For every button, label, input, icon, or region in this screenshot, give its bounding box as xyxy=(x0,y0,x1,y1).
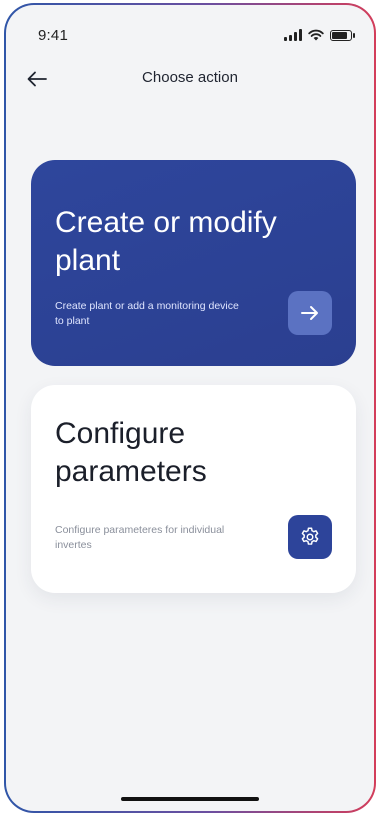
status-icons xyxy=(284,29,355,41)
signal-icon xyxy=(284,29,302,41)
card-description: Create plant or add a monitoring device … xyxy=(55,300,239,328)
battery-icon xyxy=(330,29,355,41)
device-frame: 9:41 Choose action Create or modify plan xyxy=(4,3,376,813)
wifi-icon xyxy=(308,29,324,41)
card-description: Configure parameteres for individual inv… xyxy=(55,524,225,552)
create-plant-card[interactable]: Create or modify plant Create plant or a… xyxy=(31,160,356,366)
arrow-right-icon xyxy=(301,306,318,320)
configure-parameters-card[interactable]: Configure parameters Configure parameter… xyxy=(31,385,356,593)
gear-icon xyxy=(301,527,319,545)
configure-parameters-button[interactable] xyxy=(288,515,332,559)
home-indicator[interactable] xyxy=(121,797,259,801)
status-time: 9:41 xyxy=(38,27,68,44)
app-screen: 9:41 Choose action Create or modify plan xyxy=(6,5,374,811)
page-title: Choose action xyxy=(142,69,238,86)
card-title: Configure parameters xyxy=(55,417,207,489)
create-plant-button[interactable] xyxy=(288,291,332,335)
status-bar: 9:41 xyxy=(6,5,374,61)
header: Choose action xyxy=(6,59,374,99)
card-title: Create or modify plant xyxy=(55,206,277,278)
